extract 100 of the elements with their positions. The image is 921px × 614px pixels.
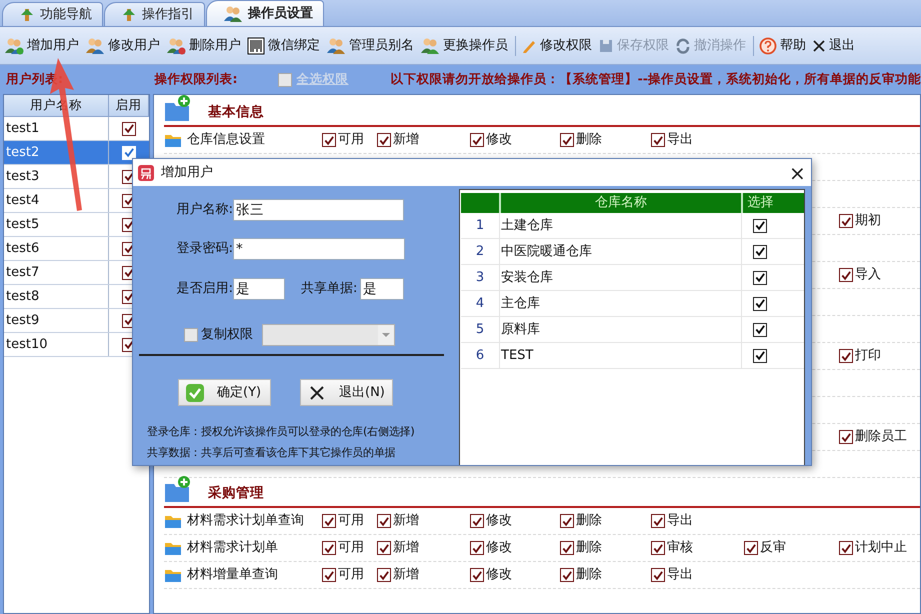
checkbox[interactable] — [470, 133, 484, 147]
dropdown-field[interactable] — [262, 324, 395, 346]
table-cell: 安装仓库 — [499, 265, 741, 290]
row-number: 2 — [474, 242, 486, 261]
checkbox-label: 可用 — [338, 566, 364, 584]
toolbar-button[interactable]: 更换操作员 — [418, 34, 512, 58]
toolbar-button[interactable]: 删除用户 — [164, 34, 245, 58]
checkbox-label: 可用 — [338, 512, 364, 530]
checkbox[interactable] — [322, 568, 336, 582]
toolbar-button[interactable]: 修改用户 — [83, 34, 164, 58]
checkbox[interactable] — [560, 541, 574, 555]
table-row[interactable]: test2 — [4, 141, 149, 165]
checkbox-label: 审核 — [667, 539, 693, 558]
toolbar-button[interactable]: 微信绑定 — [245, 34, 324, 58]
checkbox[interactable] — [839, 214, 853, 228]
toolbar-button[interactable]: 修改权限 — [519, 34, 596, 58]
ok-button[interactable]: 确定(Y) — [178, 379, 271, 406]
close-icon — [812, 38, 826, 52]
row-number: 3 — [474, 268, 486, 287]
checkbox[interactable] — [839, 430, 853, 444]
checkbox-label: 删除 — [576, 539, 602, 558]
users-icon — [420, 36, 440, 54]
users-icon — [4, 36, 24, 54]
group-title: 采购管理 — [208, 484, 264, 503]
checkbox[interactable] — [753, 322, 767, 336]
checkbox[interactable] — [839, 349, 853, 363]
users-icon — [326, 36, 346, 54]
checkbox-label: 计划中止 — [855, 539, 907, 558]
checkbox-label: 可用 — [338, 539, 364, 558]
table-cell: test9 — [4, 309, 109, 332]
table-cell: test10 — [4, 333, 109, 356]
checkbox[interactable] — [651, 514, 665, 528]
checkbox[interactable] — [322, 133, 336, 147]
checkbox[interactable] — [753, 296, 767, 310]
permission-name: 材料需求计划单查询 — [187, 512, 304, 530]
section-label: 操作权限列表: — [154, 70, 238, 88]
input-field[interactable]: 是 — [233, 278, 285, 300]
table-cell: 中医院暖通仓库 — [499, 239, 741, 264]
toolbar-button[interactable]: 帮助 — [757, 34, 810, 58]
exit-button[interactable]: 退出(N) — [300, 379, 393, 406]
checkbox-label: 可用 — [338, 131, 364, 150]
input-field[interactable]: * — [233, 238, 405, 260]
row-number: 1 — [474, 216, 486, 235]
tab[interactable]: 操作员设置 — [206, 0, 324, 26]
checkbox-label: 修改 — [486, 539, 512, 558]
checkbox[interactable] — [470, 541, 484, 555]
input-field[interactable]: 是 — [360, 278, 404, 300]
toolbar-button[interactable]: 退出 — [810, 34, 859, 58]
help-text: 登录仓库：授权允许该操作员可以登录的仓库(右侧选择) — [147, 424, 416, 440]
toolbar-button[interactable]: 管理员别名 — [324, 34, 418, 58]
checkbox[interactable] — [753, 244, 767, 258]
users-icon — [166, 36, 186, 54]
field-label: 用户名称: — [176, 201, 233, 220]
permission-name: 仓库信息设置 — [187, 131, 265, 150]
checkbox-label: 新增 — [393, 566, 419, 584]
checkbox[interactable] — [651, 541, 665, 555]
checkbox[interactable] — [753, 270, 767, 284]
checkbox-label: 导出 — [667, 566, 693, 584]
checkbox[interactable] — [560, 133, 574, 147]
checkbox[interactable] — [839, 541, 853, 555]
checkbox[interactable] — [651, 568, 665, 582]
checkbox[interactable] — [377, 541, 391, 555]
checkbox[interactable] — [470, 568, 484, 582]
table-cell: 土建仓库 — [499, 213, 741, 238]
table-cell: test5 — [4, 213, 109, 236]
refresh-icon — [675, 38, 691, 54]
checkbox[interactable] — [377, 133, 391, 147]
checkbox[interactable] — [122, 122, 136, 136]
checkbox[interactable] — [322, 514, 336, 528]
checkbox-label: 删除员工 — [855, 428, 907, 446]
row-number: 5 — [474, 320, 486, 339]
field-label: 登录密码: — [176, 240, 233, 258]
checkbox[interactable] — [744, 541, 758, 555]
checkbox[interactable] — [377, 568, 391, 582]
input-field[interactable]: 张三 — [233, 199, 404, 221]
users-icon — [223, 4, 243, 22]
checkbox[interactable] — [377, 514, 391, 528]
checkbox[interactable] — [184, 328, 198, 342]
checkbox[interactable] — [322, 541, 336, 555]
folder-add-icon — [164, 475, 192, 503]
checkbox-label: 导出 — [667, 512, 693, 530]
checkbox[interactable] — [753, 348, 767, 362]
column-header: 仓库名称 — [499, 193, 741, 213]
checkbox[interactable] — [839, 268, 853, 282]
checkbox[interactable] — [651, 133, 665, 147]
checkbox[interactable] — [560, 514, 574, 528]
field-label: 共享单据: — [301, 280, 358, 298]
checkbox[interactable] — [470, 514, 484, 528]
checkbox-label: 导入 — [855, 266, 881, 284]
tab[interactable]: 操作指引 — [104, 2, 205, 26]
help-text: 共享数据：共享后可查看该仓库下其它操作员的单据 — [147, 445, 396, 461]
checkbox[interactable] — [753, 218, 767, 232]
table-cell: 主仓库 — [499, 291, 741, 316]
field-label: 是否启用: — [176, 280, 233, 298]
table-cell: test6 — [4, 237, 109, 260]
toolbar-button[interactable]: 增加用户 — [2, 34, 83, 58]
tab[interactable]: 功能导航 — [2, 2, 103, 26]
close-button[interactable]: × — [783, 160, 811, 186]
checkbox[interactable] — [560, 568, 574, 582]
checkbox-label: 删除 — [576, 131, 602, 150]
